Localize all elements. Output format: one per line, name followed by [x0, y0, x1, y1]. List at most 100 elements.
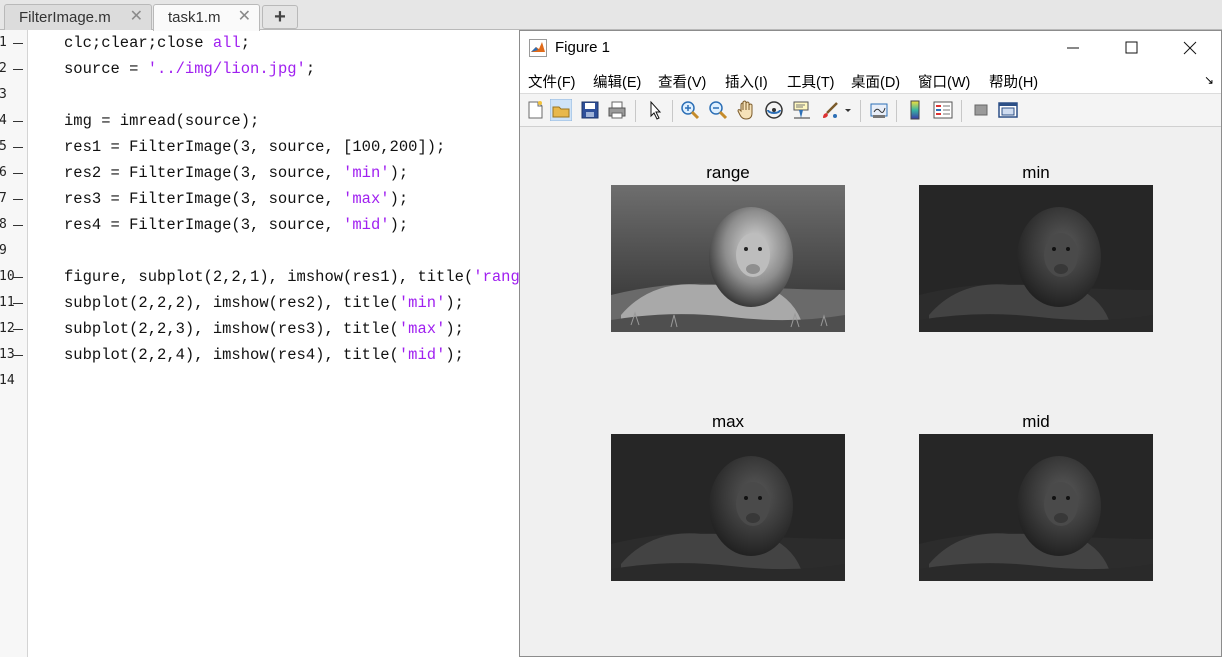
- code-line[interactable]: res3 = FilterImage(3, source, 'max');: [64, 186, 408, 212]
- subplot-image-mid: [919, 434, 1153, 581]
- breakpoint-marker[interactable]: [13, 121, 23, 122]
- tab-filterimage[interactable]: FilterImage.m ✕: [4, 4, 152, 30]
- pointer-icon[interactable]: [644, 99, 666, 121]
- figure-window: Figure 1 文件(F) 编辑(E) 查看(V) 插入(I) 工具(T) 桌…: [519, 30, 1222, 657]
- breakpoint-marker[interactable]: [13, 277, 23, 278]
- pan-hand-icon[interactable]: [735, 99, 757, 121]
- zoom-out-icon[interactable]: [707, 99, 729, 121]
- string-literal: 'min': [343, 164, 390, 182]
- subplot-image-min: [919, 185, 1153, 332]
- new-figure-icon[interactable]: [524, 99, 546, 121]
- line-number: 1: [0, 35, 7, 50]
- lion-image-dark: [611, 434, 845, 581]
- subplot-title-min: min: [1022, 163, 1050, 182]
- breakpoint-marker[interactable]: [13, 329, 23, 330]
- toolbar-separator: [635, 100, 636, 122]
- breakpoint-marker[interactable]: [13, 69, 23, 70]
- figure-title: Figure 1: [555, 39, 611, 56]
- data-cursor-icon[interactable]: [791, 99, 813, 121]
- code-line[interactable]: img = imread(source);: [64, 108, 259, 134]
- subplot-image-max: [611, 434, 845, 581]
- string-literal: 'mid': [398, 346, 446, 364]
- lion-image-dark: [919, 434, 1153, 581]
- dock-arrow-icon[interactable]: ↘: [1204, 73, 1214, 87]
- menu-tools[interactable]: 工具(T): [787, 71, 835, 92]
- tab-label: FilterImage.m: [19, 9, 111, 26]
- menu-file[interactable]: 文件(F): [528, 71, 576, 92]
- breakpoint-marker[interactable]: [13, 43, 23, 44]
- subplot-title-mid: mid: [1022, 412, 1050, 431]
- code-line[interactable]: res1 = FilterImage(3, source, [100,200])…: [64, 134, 445, 160]
- toolbar-separator: [860, 100, 861, 122]
- subplot-image-range: [611, 185, 845, 332]
- string-literal: all: [212, 34, 241, 52]
- rotate-3d-icon[interactable]: [763, 99, 785, 121]
- open-file-icon[interactable]: [550, 99, 572, 121]
- minimize-icon: [1067, 47, 1079, 49]
- figure-menu-bar: 文件(F) 编辑(E) 查看(V) 插入(I) 工具(T) 桌面(D) 窗口(W…: [520, 64, 1221, 94]
- subplot-title-range: range: [706, 163, 750, 182]
- line-number: 14: [0, 373, 15, 388]
- menu-view[interactable]: 查看(V): [658, 71, 706, 92]
- code-line[interactable]: subplot(2,2,3), imshow(res3), title('max…: [64, 316, 464, 342]
- zoom-in-icon[interactable]: [679, 99, 701, 121]
- hide-plot-tools-icon[interactable]: [970, 99, 992, 121]
- line-number: 2: [0, 61, 7, 76]
- code-line[interactable]: figure, subplot(2,2,1), imshow(res1), ti…: [64, 264, 538, 290]
- code-line[interactable]: clc;clear;close all;: [64, 30, 250, 56]
- close-tab-icon[interactable]: ✕: [238, 5, 251, 29]
- line-number: 8: [0, 217, 7, 232]
- menu-insert[interactable]: 插入(I): [725, 71, 768, 92]
- code-line[interactable]: subplot(2,2,2), imshow(res2), title('min…: [64, 290, 464, 316]
- close-icon: [1183, 41, 1197, 55]
- breakpoint-marker[interactable]: [13, 173, 23, 174]
- maximize-icon: [1125, 41, 1138, 54]
- toolbar-separator: [896, 100, 897, 122]
- code-line[interactable]: res4 = FilterImage(3, source, 'mid');: [64, 212, 408, 238]
- string-literal: 'max': [398, 320, 446, 338]
- string-literal: 'min': [398, 294, 446, 312]
- breakpoint-marker[interactable]: [13, 225, 23, 226]
- code-line[interactable]: subplot(2,2,4), imshow(res4), title('mid…: [64, 342, 464, 368]
- breakpoint-marker[interactable]: [13, 303, 23, 304]
- line-number: 7: [0, 191, 7, 206]
- matlab-logo-icon: [529, 39, 547, 57]
- brush-dropdown-icon[interactable]: [843, 99, 853, 121]
- show-plot-tools-icon[interactable]: [997, 99, 1019, 121]
- subplot-title-max: max: [711, 412, 745, 431]
- link-plot-icon[interactable]: [868, 99, 890, 121]
- editor-tab-bar: FilterImage.m ✕ task1.m ✕ +: [0, 0, 1222, 31]
- menu-edit[interactable]: 编辑(E): [593, 71, 641, 92]
- close-button[interactable]: [1167, 35, 1213, 61]
- breakpoint-marker[interactable]: [13, 199, 23, 200]
- minimize-button[interactable]: [1050, 35, 1096, 61]
- string-literal: '../img/lion.jpg': [147, 60, 306, 78]
- menu-desktop[interactable]: 桌面(D): [851, 71, 900, 92]
- print-icon[interactable]: [606, 99, 628, 121]
- lion-image-dark: [919, 185, 1153, 332]
- menu-help[interactable]: 帮助(H): [989, 71, 1038, 92]
- menu-window[interactable]: 窗口(W): [918, 71, 970, 92]
- toolbar-separator: [961, 100, 962, 122]
- tab-label: task1.m: [168, 9, 221, 26]
- legend-icon[interactable]: [932, 99, 954, 121]
- lion-image-bright: [611, 185, 845, 332]
- line-number: 9: [0, 243, 7, 258]
- code-line[interactable]: res2 = FilterImage(3, source, 'min');: [64, 160, 408, 186]
- figure-toolbar: [520, 94, 1221, 127]
- maximize-button[interactable]: [1108, 35, 1154, 61]
- brush-icon[interactable]: [819, 99, 841, 121]
- string-literal: 'mid': [343, 216, 390, 234]
- close-tab-icon[interactable]: ✕: [130, 5, 143, 29]
- colorbar-icon[interactable]: [904, 99, 926, 121]
- string-literal: 'max': [343, 190, 390, 208]
- line-number: 3: [0, 87, 7, 102]
- code-line[interactable]: source = '../img/lion.jpg';: [64, 56, 315, 82]
- tab-task1[interactable]: task1.m ✕: [153, 4, 260, 31]
- save-icon[interactable]: [579, 99, 601, 121]
- line-number: 4: [0, 113, 7, 128]
- new-tab-button[interactable]: +: [262, 5, 298, 29]
- breakpoint-marker[interactable]: [13, 147, 23, 148]
- breakpoint-marker[interactable]: [13, 355, 23, 356]
- line-number: 6: [0, 165, 7, 180]
